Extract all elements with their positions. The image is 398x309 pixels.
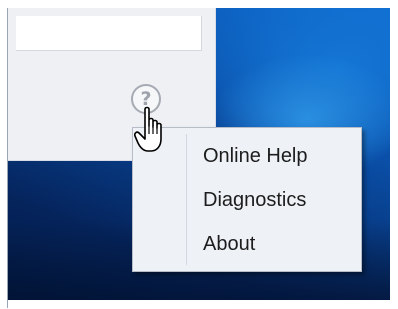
app-content-panel [16, 16, 202, 51]
screenshot-frame: ? Online Help Diagnostics About [0, 0, 398, 309]
hand-pointer-icon [134, 106, 162, 152]
right-border [390, 0, 398, 309]
bottom-border [8, 300, 390, 309]
menu-item-diagnostics[interactable]: Diagnostics [133, 180, 361, 220]
menu-item-about[interactable]: About [133, 224, 361, 264]
